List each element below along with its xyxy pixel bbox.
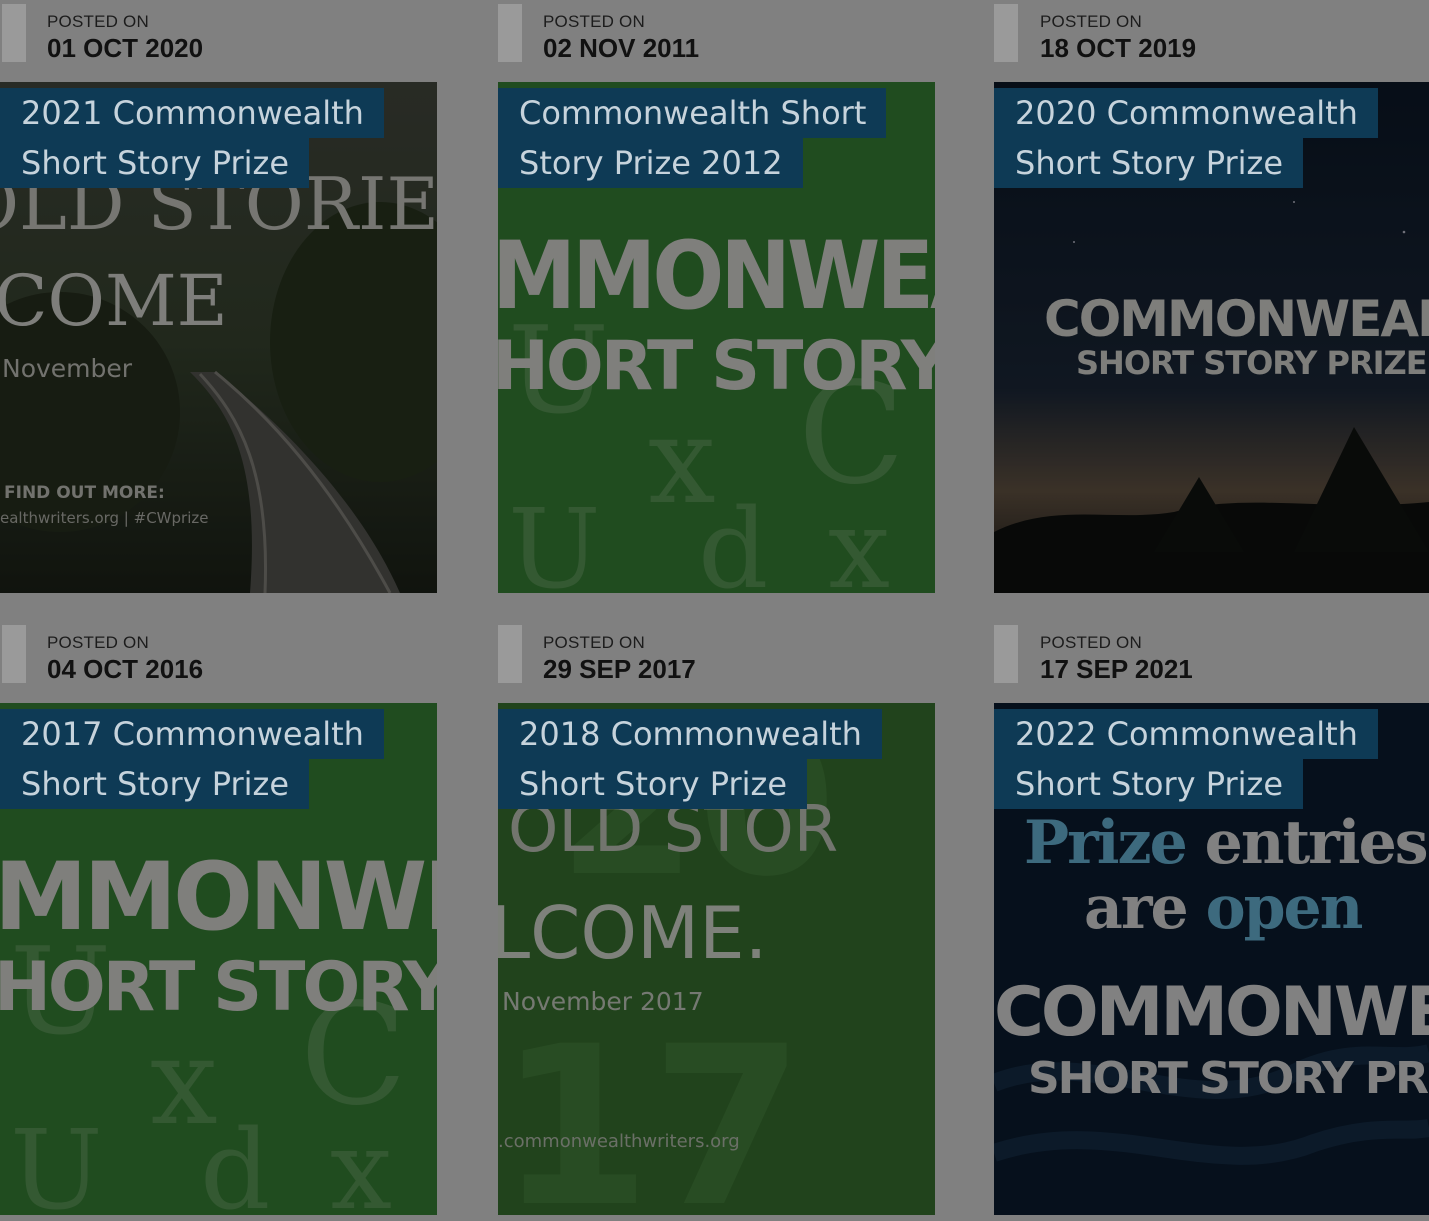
poster-url-text: .commonwealthwriters.org — [498, 1131, 740, 1152]
poster-word: are — [1084, 873, 1189, 943]
poster-line2: SHORT STORY PRIZE — [1028, 1053, 1429, 1104]
post-card: POSTED ON 02 NOV 2011 U x C U d x MMONWE… — [498, 0, 935, 600]
post-title[interactable]: Commonwealth Short Story Prize 2012 — [498, 88, 887, 188]
post-title[interactable]: 2018 Commonwealth Short Story Prize — [498, 709, 882, 809]
poster-word: entries — [1204, 808, 1429, 878]
posted-on-label: POSTED ON — [47, 633, 149, 652]
poster-line1: MMONWEAL — [498, 222, 935, 331]
posted-on-block: POSTED ON 02 NOV 2011 — [498, 0, 935, 82]
posted-on-block: POSTED ON 01 OCT 2020 — [0, 0, 437, 82]
svg-text:x: x — [828, 485, 890, 593]
post-date: 02 NOV 2011 — [543, 33, 700, 63]
svg-text:U: U — [508, 485, 601, 593]
post-title-line[interactable]: Commonwealth Short — [498, 88, 887, 138]
poster-headline: are open — [1084, 873, 1364, 943]
post-card: POSTED ON 04 OCT 2016 U x C U d x MMONWE… — [0, 621, 437, 1221]
svg-text:d: d — [698, 485, 768, 593]
post-thumbnail[interactable]: OLD STORIES COME November FIND OUT MORE:… — [0, 82, 437, 593]
post-title-line[interactable]: Short Story Prize — [994, 138, 1304, 188]
poster-big-text: COME — [0, 260, 228, 342]
date-accent-bar — [2, 625, 26, 683]
poster-line1: MMONWEAL — [0, 843, 437, 952]
post-title[interactable]: 2022 Commonwealth Short Story Prize — [994, 709, 1378, 809]
post-title-line[interactable]: Short Story Prize — [994, 759, 1304, 809]
poster-cta-text: FIND OUT MORE: — [4, 483, 165, 503]
post-date: 29 SEP 2017 — [543, 654, 696, 684]
posted-on-label: POSTED ON — [1040, 633, 1142, 652]
post-thumbnail[interactable]: COMMONWEALTH SHORT STORY PRIZE 2020 Comm… — [994, 82, 1429, 593]
post-title-line[interactable]: 2020 Commonwealth — [994, 88, 1378, 138]
post-card: POSTED ON 17 SEP 2021 Prize entries are … — [994, 621, 1429, 1221]
poster-line2: HORT STORY PRI — [498, 327, 935, 406]
posted-on-label: POSTED ON — [47, 12, 149, 31]
post-thumbnail[interactable]: U x C U d x MMONWEAL HORT STORY PRI Comm… — [498, 82, 935, 593]
post-title-line[interactable]: Short Story Prize — [498, 759, 808, 809]
post-card: POSTED ON 29 SEP 2017 20 17 OLD STOR LCO… — [498, 621, 935, 1221]
poster-word: Prize — [1024, 808, 1188, 878]
post-title-line[interactable]: Story Prize 2012 — [498, 138, 803, 188]
post-date: 17 SEP 2021 — [1040, 654, 1193, 684]
poster-line1: COMMONWEALTH — [994, 973, 1429, 1052]
poster-headline: Prize entries — [1024, 808, 1429, 878]
poster-url-text: ealthwriters.org | #CWprize — [0, 509, 209, 527]
poster-sub-text: November — [2, 354, 133, 383]
poster-line2: SHORT STORY PRIZE — [1076, 344, 1428, 382]
post-title[interactable]: 2017 Commonwealth Short Story Prize — [0, 709, 384, 809]
svg-text:x: x — [330, 1106, 392, 1215]
svg-text:U: U — [10, 1106, 103, 1215]
post-thumbnail[interactable]: Prize entries are open COMMONWEALTH SHOR… — [994, 703, 1429, 1215]
poster-sub-text: November 2017 — [502, 987, 704, 1016]
poster-line2: HORT STORY PRI — [0, 948, 437, 1027]
post-date: 04 OCT 2016 — [47, 654, 204, 684]
posted-on-label: POSTED ON — [543, 12, 645, 31]
posted-on-block: POSTED ON 18 OCT 2019 — [994, 0, 1429, 82]
posted-on-block: POSTED ON 04 OCT 2016 — [0, 621, 437, 703]
post-title[interactable]: 2021 Commonwealth Short Story Prize — [0, 88, 384, 188]
date-accent-bar — [498, 4, 522, 62]
poster-line1: COMMONWEALTH — [1044, 290, 1429, 348]
posted-on-label: POSTED ON — [543, 633, 645, 652]
post-title-line[interactable]: 2021 Commonwealth — [0, 88, 384, 138]
post-title-line[interactable]: 2022 Commonwealth — [994, 709, 1378, 759]
date-accent-bar — [498, 625, 522, 683]
date-accent-bar — [2, 4, 26, 62]
date-accent-bar — [994, 4, 1018, 62]
posted-on-block: POSTED ON 17 SEP 2021 — [994, 621, 1429, 703]
post-title-line[interactable]: 2017 Commonwealth — [0, 709, 384, 759]
poster-big-text: LCOME. — [498, 891, 768, 975]
post-thumbnail[interactable]: 20 17 OLD STOR LCOME. November 2017 .com… — [498, 703, 935, 1215]
posted-on-label: POSTED ON — [1040, 12, 1142, 31]
post-title-line[interactable]: Short Story Prize — [0, 759, 310, 809]
post-thumbnail[interactable]: U x C U d x MMONWEAL HORT STORY PRI 2017… — [0, 703, 437, 1215]
date-accent-bar — [994, 625, 1018, 683]
post-date: 18 OCT 2019 — [1040, 33, 1197, 63]
poster-word: open — [1205, 873, 1364, 943]
post-title[interactable]: 2020 Commonwealth Short Story Prize — [994, 88, 1378, 188]
post-card: POSTED ON 01 OCT 2020 OLD STORI — [0, 0, 437, 600]
post-card: POSTED ON 18 OCT 2019 COMMONWEA SHORT ST… — [994, 0, 1429, 600]
svg-text:d: d — [200, 1106, 270, 1215]
posted-on-block: POSTED ON 29 SEP 2017 — [498, 621, 935, 703]
post-date: 01 OCT 2020 — [47, 33, 204, 63]
post-title-line[interactable]: Short Story Prize — [0, 138, 310, 188]
post-title-line[interactable]: 2018 Commonwealth — [498, 709, 882, 759]
post-grid: POSTED ON 01 OCT 2020 OLD STORI — [0, 0, 1429, 1215]
svg-text:17: 17 — [498, 999, 804, 1215]
